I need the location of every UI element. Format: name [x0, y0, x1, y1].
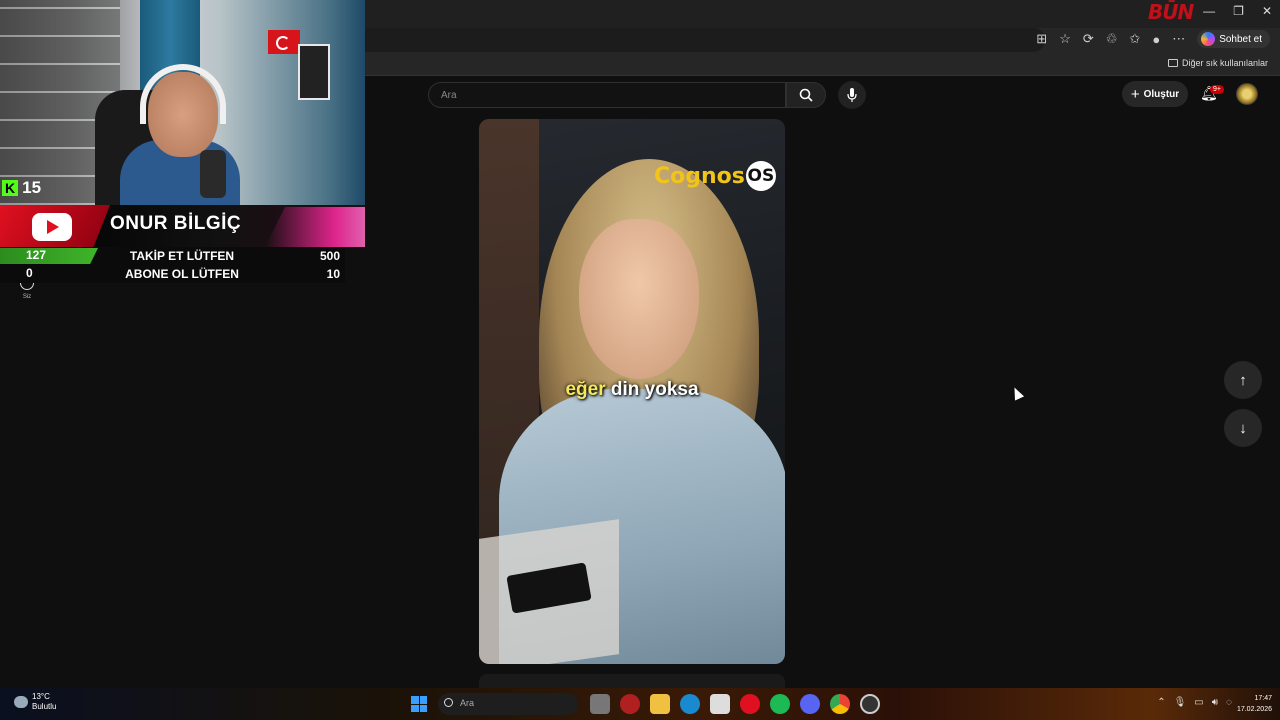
copilot-button[interactable]: Sohbet et	[1197, 30, 1270, 48]
folder-icon	[1167, 59, 1178, 67]
discord-icon[interactable]	[800, 694, 820, 714]
url-field[interactable]	[365, 28, 1045, 52]
sub-label: ABONE OL LÜTFEN	[125, 267, 239, 281]
store-icon[interactable]	[710, 694, 730, 714]
arrow-up-icon: ↑	[1239, 371, 1247, 389]
subtitle-highlight: eğer	[565, 379, 606, 400]
youtube-logo-icon	[32, 213, 72, 241]
close-icon[interactable]: ✕	[1262, 4, 1272, 18]
system-tray: ⌃ 🎙︎ ▭ 🔊︎ ◌	[1157, 697, 1232, 708]
follow-count: 127	[0, 248, 98, 264]
follow-goal-row: 127 TAKİP ET LÜTFEN 500	[0, 247, 345, 265]
sub-goal-row: 0 ABONE OL LÜTFEN 10	[0, 265, 345, 283]
next-short-preview[interactable]	[479, 674, 785, 688]
search-icon	[799, 88, 813, 102]
follow-label: TAKİP ET LÜTFEN	[129, 249, 235, 263]
minimize-icon[interactable]: —	[1203, 4, 1215, 18]
voice-search-button[interactable]	[838, 81, 866, 109]
temperature: 13°C	[32, 692, 50, 701]
you-label: Siz	[22, 294, 32, 300]
video-subtitle: eğer din yoksa	[479, 379, 785, 401]
restore-icon[interactable]: ❐	[1233, 4, 1244, 18]
search-input[interactable]: Ara	[428, 82, 786, 108]
chrome-icon[interactable]	[830, 694, 850, 714]
watermark-text: Cognos	[654, 163, 745, 189]
watermark-os: OS	[745, 161, 776, 191]
follow-goal: 500	[319, 249, 340, 263]
other-favorites[interactable]: Diğer sık kullanılanlar	[1167, 58, 1268, 68]
chevron-up-icon[interactable]: ⌃	[1157, 697, 1165, 708]
channel-watermark: Cognos OS	[654, 161, 776, 191]
weather-widget[interactable]: 13°C Bulutlu	[14, 692, 56, 712]
copilot-label: Sohbet et	[1219, 33, 1262, 45]
volume-icon[interactable]: 🔊︎	[1212, 697, 1218, 708]
favorites-icon[interactable]: ✩	[1129, 31, 1140, 47]
taskbar-search-icon	[444, 698, 453, 707]
network-icon[interactable]: ▭	[1194, 697, 1203, 708]
more-icon[interactable]: ⋯	[1172, 31, 1185, 47]
search-button[interactable]	[786, 82, 826, 108]
kick-logo-icon: K	[2, 180, 19, 196]
edge-icon[interactable]	[680, 694, 700, 714]
previous-short-button[interactable]: ↑	[1224, 361, 1262, 399]
mic-tray-icon[interactable]: 🎙︎	[1174, 697, 1187, 708]
sub-count: 0	[26, 266, 33, 280]
video-figure-face	[579, 219, 699, 379]
copilot-icon	[1201, 32, 1216, 46]
browser-toolbar: ⊞ ☆ ⟳ ♲ ✩ ● ⋯ Sohbet et	[1036, 30, 1270, 48]
channel-banner: ONUR BİLGİÇ	[0, 205, 365, 247]
refresh-icon[interactable]: ⟳	[1083, 31, 1094, 47]
webcam-microphone	[200, 150, 226, 198]
notification-badge: 9+	[1210, 85, 1224, 94]
spotify-icon[interactable]	[770, 694, 790, 714]
mouse-cursor	[1009, 385, 1025, 401]
extensions-icon[interactable]: ♲	[1106, 31, 1118, 47]
file-explorer-icon[interactable]	[650, 694, 670, 714]
channel-name: ONUR BİLGİÇ	[110, 213, 242, 234]
sub-goal: 10	[326, 267, 340, 281]
kick-viewer-badge: K 15	[2, 178, 41, 198]
short-video-player[interactable]: Cognos OS eğer din yoksa	[479, 119, 785, 664]
mic-icon	[847, 88, 857, 102]
next-short-button[interactable]: ↓	[1224, 409, 1262, 447]
webcam-poster	[298, 44, 330, 100]
arrow-down-icon: ↓	[1239, 419, 1247, 437]
profile-icon[interactable]: ●	[1152, 32, 1160, 47]
clock-date: 17.02.2026	[1236, 706, 1272, 713]
plus-icon: +	[1130, 85, 1140, 103]
other-favorites-label: Diğer sık kullanılanlar	[1181, 58, 1268, 68]
weather-condition: Bulutlu	[32, 702, 57, 711]
system-clock[interactable]: 17:47 17.02.2026	[1237, 693, 1272, 715]
task-view-icon[interactable]	[590, 694, 610, 714]
app-icon[interactable]: ⊞	[1036, 31, 1047, 47]
weather-text: 13°C Bulutlu	[32, 692, 56, 712]
windows-start-icon[interactable]	[411, 696, 427, 712]
avatar[interactable]	[1236, 83, 1258, 105]
opera-icon[interactable]	[740, 694, 760, 714]
obs-icon[interactable]	[860, 694, 880, 714]
notification-tray-icon[interactable]: ◌	[1226, 697, 1232, 708]
turkish-flag-icon	[268, 30, 300, 54]
favorite-star-icon[interactable]: ☆	[1059, 31, 1071, 47]
create-label: Oluştur	[1143, 88, 1180, 100]
webcam-overlay: K 15	[0, 0, 365, 205]
subtitle-rest: din yoksa	[605, 379, 699, 400]
windows-taskbar: 13°C Bulutlu Ara ⌃ 🎙︎ ▭ 🔊︎ ◌ 17:47 17.02.…	[0, 688, 1280, 720]
clock-time: 17:47	[1254, 695, 1272, 702]
taskbar-apps	[590, 694, 880, 714]
app-red-icon[interactable]	[620, 694, 640, 714]
taskbar-search[interactable]: Ara	[438, 693, 578, 715]
window-controls: — ❐ ✕	[1203, 4, 1272, 18]
banner-glow	[265, 207, 365, 247]
stream-goals: 127 TAKİP ET LÜTFEN 500 0 ABONE OL LÜTFE…	[0, 247, 345, 283]
kick-viewer-count: 15	[22, 178, 42, 197]
cloud-icon	[14, 696, 28, 708]
create-button[interactable]: + Oluştur	[1122, 81, 1188, 107]
